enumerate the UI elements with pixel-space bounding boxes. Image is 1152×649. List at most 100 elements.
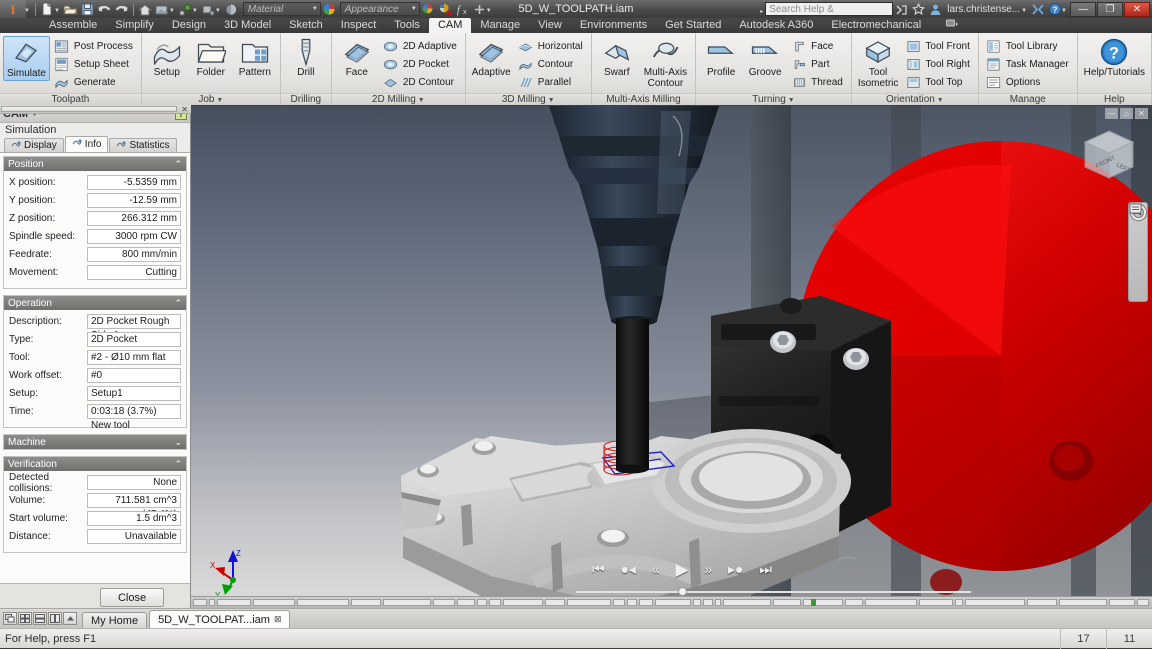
panel-group-header[interactable]: Position⌃	[4, 157, 186, 171]
tile-horizontal-icon[interactable]	[33, 612, 47, 625]
ribbon-panel-selector-icon[interactable]	[942, 18, 963, 33]
navigation-bar[interactable]	[1128, 202, 1148, 302]
timeline-segment[interactable]	[919, 599, 953, 606]
ribbon-button-setup-sheet[interactable]: Setup Sheet	[52, 55, 136, 73]
ribbon-button-parallel[interactable]: Parallel	[516, 73, 586, 91]
ribbon-button-2d-adaptive[interactable]: 2D Adaptive	[381, 37, 460, 55]
close-button[interactable]: Close	[100, 588, 164, 607]
ribbon-button-task-manager[interactable]: Task Manager	[984, 55, 1072, 73]
ribbon-tab-manage[interactable]: Manage	[471, 18, 529, 33]
ribbon-panel-title[interactable]: 2D Milling ▼	[332, 93, 465, 105]
scrollbar-thumb[interactable]	[1, 106, 177, 112]
panel-tab-info[interactable]: Info	[65, 136, 109, 152]
ribbon-button-swarf[interactable]: Swarf	[595, 36, 639, 79]
timeline-segment[interactable]	[693, 599, 701, 606]
skip-to-end-button[interactable]: ⏭	[759, 562, 772, 576]
timeline-segment[interactable]	[723, 599, 771, 606]
ribbon-tab-assemble[interactable]: Assemble	[40, 18, 106, 33]
ribbon-button-post-process[interactable]: Post Process	[52, 37, 136, 55]
panel-tab-statistics[interactable]: Statistics	[109, 138, 176, 152]
timeline-segment[interactable]	[383, 599, 431, 606]
timeline-segment[interactable]	[845, 599, 863, 606]
timeline-segment[interactable]	[715, 599, 721, 606]
ribbon-button-face[interactable]: Face	[789, 37, 846, 55]
inventor-logo-icon[interactable]: I	[0, 0, 26, 18]
slider-thumb[interactable]	[678, 587, 687, 596]
chevron-up-icon[interactable]: ⌃	[174, 298, 182, 309]
viewport-minimize-button[interactable]: —	[1105, 108, 1118, 119]
ribbon-tab-autodesk-a360[interactable]: Autodesk A360	[730, 18, 822, 33]
close-icon[interactable]: ⊠	[274, 614, 282, 625]
ribbon-button-multi-axis-contour[interactable]: Multi-Axis Contour	[639, 36, 692, 90]
timeline-segment[interactable]	[1059, 599, 1107, 606]
timeline-segment[interactable]	[627, 599, 637, 606]
appearance-sphere-icon[interactable]	[223, 1, 240, 17]
timeline-segment[interactable]	[503, 599, 543, 606]
user-account-icon[interactable]	[927, 1, 944, 17]
timeline-segment[interactable]	[865, 599, 917, 606]
timeline-segment[interactable]	[489, 599, 501, 606]
ribbon-button-profile[interactable]: Profile	[699, 36, 743, 79]
ribbon-panel-title[interactable]: 3D Milling ▼	[466, 93, 591, 105]
display-settings-icon[interactable]	[1130, 289, 1146, 301]
simulation-progress-slider[interactable]	[576, 587, 971, 596]
redo-icon[interactable]	[113, 1, 130, 17]
timeline-segment[interactable]	[217, 599, 251, 606]
exchange-apps-icon[interactable]	[1029, 1, 1046, 17]
timeline-segment[interactable]	[955, 599, 963, 606]
ribbon-button-options[interactable]: Options	[984, 73, 1072, 91]
step-back-to-change-button[interactable]: ●◂	[620, 562, 635, 576]
ribbon-button-groove[interactable]: Groove	[743, 36, 787, 79]
search-input[interactable]: Search Help & Commands...	[765, 2, 893, 16]
chevron-up-icon[interactable]: ⌃	[174, 159, 182, 170]
step-forward-to-change-button[interactable]: ▸●	[728, 562, 743, 576]
undo-icon[interactable]	[96, 1, 113, 17]
zoom-magnifier-icon[interactable]	[1130, 255, 1146, 267]
viewport-close-button[interactable]: ✕	[1135, 108, 1148, 119]
scroll-up-icon[interactable]	[63, 612, 77, 625]
chevron-down-icon[interactable]: ▼	[935, 97, 944, 104]
timeline-segment[interactable]	[209, 599, 215, 606]
timeline-segment[interactable]	[567, 599, 611, 606]
timeline-segment[interactable]	[1027, 599, 1057, 606]
ribbon-panel-title[interactable]: Turning ▼	[696, 93, 851, 105]
play-button[interactable]: ▶	[675, 561, 688, 578]
ribbon-tab-environments[interactable]: Environments	[571, 18, 656, 33]
panel-tab-display[interactable]: Display	[4, 138, 64, 152]
panel-group-header[interactable]: Machine⌄	[4, 435, 186, 449]
timeline-segment[interactable]	[703, 599, 713, 606]
rewind-button[interactable]: «	[652, 562, 660, 576]
material-browser-icon[interactable]	[321, 1, 338, 17]
timeline-segment[interactable]	[477, 599, 487, 606]
viewport-restore-button[interactable]: ⌂	[1120, 108, 1133, 119]
ribbon-button-tool-right[interactable]: Tool Right	[903, 55, 972, 73]
timeline-segment[interactable]	[1137, 599, 1149, 606]
cascade-icon[interactable]	[3, 612, 17, 625]
panel-group-header[interactable]: Verification⌃	[4, 457, 186, 471]
search-expand-icon[interactable]: ▸	[760, 4, 763, 15]
ribbon-button-adaptive[interactable]: Adaptive	[469, 36, 514, 79]
ribbon-button-help-tutorials[interactable]: ?Help/Tutorials	[1081, 36, 1148, 79]
timeline-segment[interactable]	[613, 599, 625, 606]
open-file-icon[interactable]	[62, 1, 79, 17]
document-tab-home[interactable]: My Home	[82, 612, 147, 628]
document-tab-active[interactable]: 5D_W_TOOLPAT...iam⊠	[149, 610, 290, 628]
tile-vertical-icon[interactable]	[48, 612, 62, 625]
update-icon[interactable]	[177, 1, 194, 17]
timeline-segment[interactable]	[1109, 599, 1135, 606]
tile-icon[interactable]	[18, 612, 32, 625]
ribbon-tab-cam[interactable]: CAM	[429, 18, 471, 33]
chevron-up-icon[interactable]: ⌃	[174, 459, 182, 470]
timeline-segment[interactable]	[803, 599, 843, 606]
fast-forward-button[interactable]: »	[704, 562, 712, 576]
appearance-select[interactable]: Appearance ▼	[340, 2, 420, 16]
chevron-down-icon[interactable]: ⌄	[174, 437, 182, 448]
appearance-browser-icon[interactable]	[420, 1, 437, 17]
view-cube[interactable]: FRONT LEFT	[1078, 126, 1140, 188]
ribbon-button-drill[interactable]: Drill	[284, 36, 328, 79]
ribbon-button-part[interactable]: Part	[789, 55, 846, 73]
ribbon-button-generate[interactable]: Generate	[52, 73, 136, 91]
skip-to-start-button[interactable]: ⏮	[592, 562, 605, 576]
ribbon-tab-3d-model[interactable]: 3D Model	[215, 18, 280, 33]
ribbon-tab-electromechanical[interactable]: Electromechanical	[822, 18, 930, 33]
